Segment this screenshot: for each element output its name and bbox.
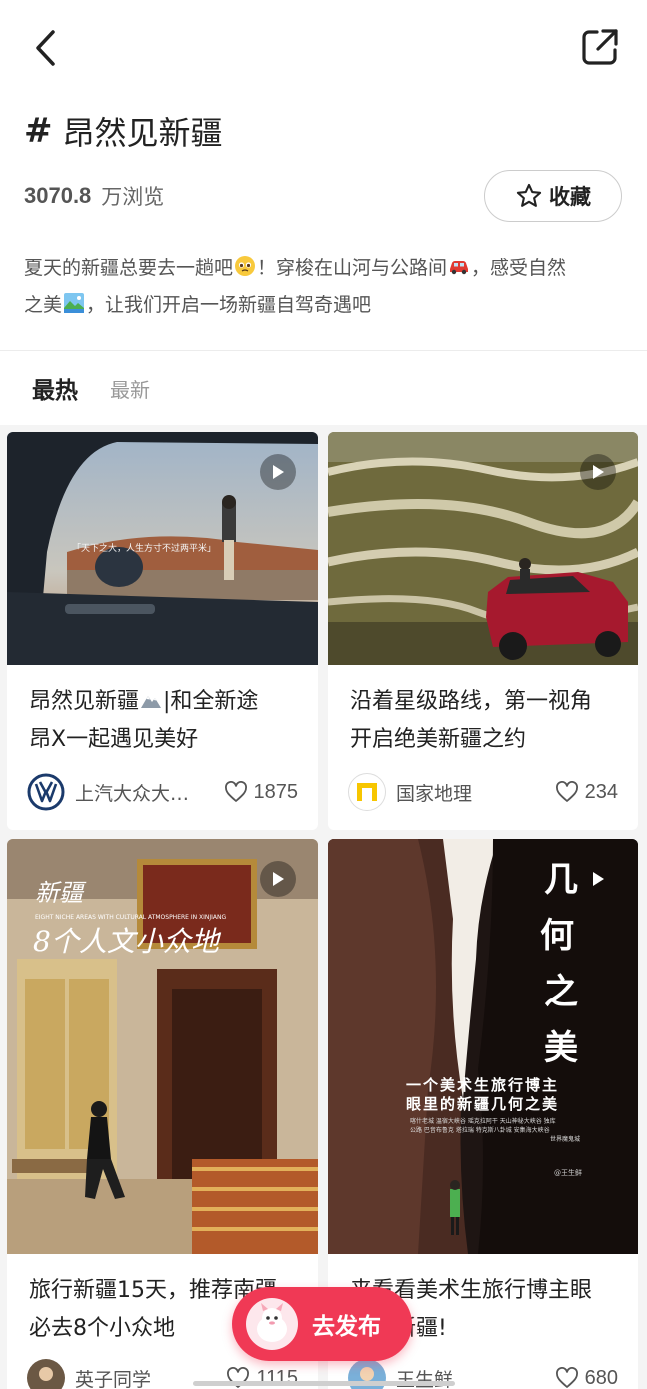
publish-button[interactable]: 去发布 bbox=[232, 1287, 412, 1361]
cover-overlay-small: 公路 巴音布鲁克 塔拉瑞 特克斯八卦城 安集海大峡谷 bbox=[410, 1126, 550, 1134]
heart-icon bbox=[555, 1367, 578, 1388]
like-count: 234 bbox=[584, 780, 618, 803]
description-text: ！穿梭在山河与公路间 bbox=[257, 257, 448, 279]
landscape-icon bbox=[64, 293, 85, 313]
favorite-label: 收藏 bbox=[549, 185, 591, 209]
tab-latest[interactable]: 最新 bbox=[110, 374, 150, 403]
description-text: ，感受自然 bbox=[471, 257, 567, 279]
top-bar bbox=[0, 0, 647, 95]
divider bbox=[0, 350, 647, 351]
cover-overlay-en: EIGHT NICHE AREAS WITH CULTURAL ATMOSPHE… bbox=[35, 914, 227, 921]
back-button[interactable] bbox=[22, 22, 70, 74]
post-title: 昂然见新疆 |和全新途 昂X一起遇见美好 bbox=[29, 683, 300, 759]
post-title: 沿着星级路线，第一视角 开启绝美新疆之约 bbox=[350, 683, 620, 759]
star-icon bbox=[516, 183, 542, 207]
description-text: 之美 bbox=[24, 294, 63, 316]
post-cover-image: 几 何 之 美 一个美术生旅行博主 眼里的新疆几何之美 喀什老城 温宿大峡谷 瑶… bbox=[328, 839, 638, 1254]
post-title-text: 沿着星级路线，第一视角 bbox=[350, 689, 593, 714]
like-count: 680 bbox=[584, 1366, 618, 1389]
post-title-text: 开启绝美新疆之约 bbox=[350, 727, 527, 752]
cover-overlay-title: 新疆 bbox=[35, 879, 87, 907]
hashtag-symbol: # bbox=[24, 111, 53, 151]
author-name[interactable]: 上汽大众大… bbox=[75, 779, 216, 806]
share-button[interactable] bbox=[577, 24, 623, 70]
topic-stats: 3070.8 万浏览 收藏 bbox=[24, 170, 622, 222]
publish-label: 去发布 bbox=[312, 1314, 381, 1340]
views-count: 3070.8 bbox=[24, 183, 92, 208]
author-name[interactable]: 国家地理 bbox=[396, 779, 547, 806]
tab-hottest[interactable]: 最热 bbox=[32, 371, 78, 405]
post-title-text: |和全新途 bbox=[163, 689, 259, 714]
heart-icon bbox=[555, 781, 578, 802]
cover-overlay-handle: @王生鲜 bbox=[554, 1168, 582, 1177]
cover-overlay-char: 何 bbox=[540, 916, 574, 956]
pleading-face-icon bbox=[235, 256, 256, 276]
views-unit: 万浏览 bbox=[101, 185, 165, 209]
cover-overlay-small: 喀什老城 温宿大峡谷 瑶克拉阿干 天山神秘大峡谷 独库 bbox=[410, 1117, 556, 1125]
topic-header: # 昂然见新疆 bbox=[24, 105, 624, 157]
post-meta: 国家地理 234 bbox=[348, 772, 618, 812]
home-indicator bbox=[193, 1381, 455, 1386]
post-title-text: 昂X一起遇见美好 bbox=[29, 727, 199, 752]
post-cover-image: 新疆 EIGHT NICHE AREAS WITH CULTURAL ATMOS… bbox=[7, 839, 318, 1254]
post-card[interactable]: 「天下之大，人生方寸不过两平米」 昂然见新疆 |和全新途 昂X一起遇见美好 上汽大… bbox=[7, 432, 318, 830]
play-icon bbox=[260, 861, 296, 897]
topic-description: 夏天的新疆总要去一趟吧 ！穿梭在山河与公路间 ，感受自然 之美 ，让我们开启一场新疆自… bbox=[24, 250, 624, 324]
play-icon bbox=[580, 861, 616, 897]
cover-overlay-small: 世界魔鬼城 bbox=[550, 1135, 580, 1143]
like-button[interactable]: 680 bbox=[555, 1367, 618, 1389]
avatar[interactable] bbox=[348, 773, 386, 811]
cover-overlay-line: 一个美术生旅行博主 bbox=[406, 1076, 559, 1094]
chevron-left-icon bbox=[36, 30, 55, 66]
cover-overlay-char: 几 bbox=[544, 860, 578, 900]
share-external-icon bbox=[582, 29, 618, 65]
avatar[interactable] bbox=[27, 1359, 65, 1389]
cover-overlay-char: 美 bbox=[544, 1028, 578, 1068]
avatar[interactable] bbox=[27, 773, 65, 811]
cover-overlay-line: 眼里的新疆几何之美 bbox=[406, 1095, 559, 1113]
cover-overlay-text: 「天下之大，人生方寸不过两平米」 bbox=[72, 542, 216, 554]
like-button[interactable]: 1875 bbox=[224, 780, 299, 804]
like-button[interactable]: 234 bbox=[555, 781, 618, 804]
favorite-button[interactable]: 收藏 bbox=[484, 170, 622, 222]
mountain-icon bbox=[141, 696, 162, 708]
post-feed: 「天下之大，人生方寸不过两平米」 昂然见新疆 |和全新途 昂X一起遇见美好 上汽大… bbox=[0, 425, 647, 1389]
post-title-text: 昂然见新疆 bbox=[29, 689, 140, 714]
post-card[interactable]: 沿着星级路线，第一视角 开启绝美新疆之约 国家地理 234 bbox=[328, 432, 638, 830]
post-meta: 上汽大众大… 1875 bbox=[27, 772, 298, 812]
description-text: 夏天的新疆总要去一趟吧 bbox=[24, 257, 234, 279]
post-cover-image: 「天下之大，人生方寸不过两平米」 bbox=[7, 432, 318, 665]
page-title: 昂然见新疆 bbox=[62, 114, 223, 152]
mascot-avatar bbox=[246, 1298, 298, 1350]
sort-tabs: 最热 最新 bbox=[32, 366, 150, 410]
description-text: ，让我们开启一场新疆自驾奇遇吧 bbox=[86, 294, 372, 316]
play-icon bbox=[580, 454, 616, 490]
post-cover-image bbox=[328, 432, 638, 665]
like-count: 1875 bbox=[253, 780, 299, 803]
play-icon bbox=[260, 454, 296, 490]
heart-icon bbox=[224, 781, 247, 802]
cover-overlay-char: 之 bbox=[544, 972, 578, 1012]
cover-overlay-sub: 8个人文小众地 bbox=[33, 925, 222, 958]
red-car-icon bbox=[450, 261, 469, 275]
